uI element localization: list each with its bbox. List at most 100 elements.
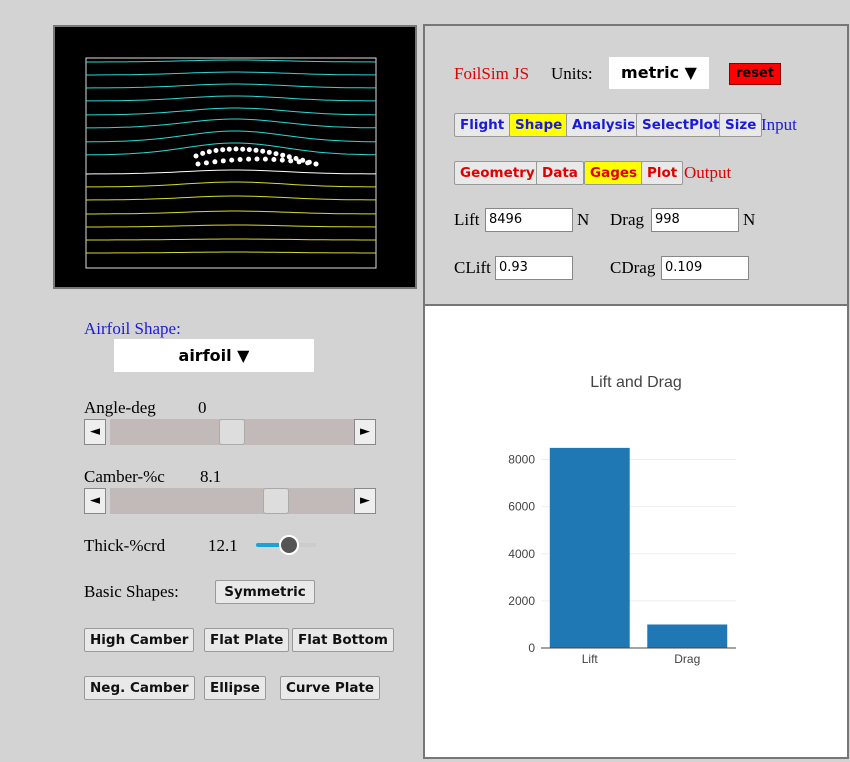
tab-selectplot[interactable]: SelectPlot — [636, 113, 726, 137]
angle-decrease-arrow[interactable]: ◄ — [84, 419, 106, 445]
flat-plate-button[interactable]: Flat Plate — [204, 628, 290, 652]
y-tick-label: 2000 — [508, 594, 535, 608]
airfoil-point — [220, 147, 226, 153]
ellipse-button[interactable]: Ellipse — [204, 676, 266, 700]
streamline-lower — [86, 210, 376, 215]
cdrag-label: CDrag — [610, 258, 656, 277]
clift-field[interactable]: 0.93 — [495, 256, 573, 280]
flat-bottom-button[interactable]: Flat Bottom — [292, 628, 394, 652]
camber-slider-thumb[interactable] — [262, 488, 289, 514]
airfoil-point — [206, 149, 212, 155]
airfoil-point — [296, 159, 302, 165]
streamline-upper — [86, 71, 376, 76]
angle-increase-arrow[interactable]: ► — [354, 419, 376, 445]
camber-increase-arrow[interactable]: ► — [354, 488, 376, 514]
airfoil-point — [220, 158, 226, 164]
streamline-lower — [86, 181, 376, 188]
bar-lift — [549, 447, 630, 648]
curve-plate-button[interactable]: Curve Plate — [280, 676, 381, 700]
airfoil-point — [305, 160, 311, 166]
airfoil-shape-dropdown[interactable]: airfoil ▼ — [114, 339, 314, 372]
y-tick-label: 4000 — [508, 547, 535, 561]
tab-plot[interactable]: Plot — [641, 161, 684, 185]
airfoil-point — [246, 147, 252, 153]
bar-drag — [647, 624, 728, 648]
y-tick-label: 0 — [528, 641, 535, 655]
units-label: Units: — [551, 64, 593, 83]
clift-label: CLift — [454, 258, 491, 277]
lift-field[interactable]: 8496 — [485, 208, 573, 232]
airfoil-point — [240, 146, 246, 152]
cdrag-field[interactable]: 0.109 — [661, 256, 749, 280]
angle-label: Angle-deg — [84, 398, 156, 417]
angle-slider-thumb[interactable] — [219, 419, 245, 445]
tab-geometry[interactable]: Geometry — [454, 161, 541, 185]
streamline-lower — [86, 238, 376, 241]
flow-frame — [85, 57, 377, 269]
angle-slider[interactable]: ◄ ► — [84, 419, 376, 445]
basic-shapes-label: Basic Shapes: — [84, 582, 179, 601]
airfoil-point — [246, 156, 252, 162]
streamline-lower — [85, 195, 376, 201]
camber-slider-track[interactable] — [110, 488, 354, 514]
app-title: FoilSim JS — [454, 64, 530, 83]
x-tick-label: Lift — [582, 652, 599, 666]
camber-decrease-arrow[interactable]: ◄ — [84, 488, 106, 514]
drag-unit: N — [743, 210, 756, 229]
drag-label: Drag — [610, 210, 644, 229]
symmetric-button[interactable]: Symmetric — [215, 580, 315, 604]
tab-size[interactable]: Size — [719, 113, 763, 137]
airfoil-point — [279, 157, 285, 163]
output-label: Output — [684, 163, 732, 182]
high-camber-button[interactable]: High Camber — [84, 628, 195, 652]
streamline-upper — [86, 95, 376, 102]
streamline-upper — [86, 59, 377, 63]
streamline-upper — [86, 107, 377, 116]
airfoil-point — [203, 160, 209, 166]
streamline-lower — [86, 251, 376, 254]
tab-analysis[interactable]: Analysis — [566, 113, 642, 137]
neg-camber-button[interactable]: Neg. Camber — [84, 676, 195, 700]
thickness-slider-thumb[interactable] — [279, 535, 299, 555]
airfoil-view-panel — [53, 25, 417, 289]
tab-gages[interactable]: Gages — [584, 161, 644, 185]
airfoil-point — [288, 158, 294, 164]
thickness-slider[interactable] — [256, 535, 316, 555]
camber-slider[interactable]: ◄ ► — [84, 488, 376, 514]
airfoil-point — [193, 153, 199, 159]
airfoil-point — [254, 156, 260, 162]
y-tick-label: 6000 — [508, 500, 535, 514]
x-tick-label: Drag — [674, 652, 700, 666]
airfoil-shape-label: Airfoil Shape: — [84, 319, 181, 338]
tab-flight[interactable]: Flight — [454, 113, 511, 137]
reset-button[interactable]: reset — [729, 63, 781, 85]
thick-value: 12.1 — [208, 536, 238, 555]
airfoil-point — [226, 146, 232, 152]
lift-unit: N — [577, 210, 590, 229]
airfoil-point — [280, 152, 286, 158]
airfoil-point — [212, 159, 218, 165]
camber-label: Camber-%c — [84, 467, 165, 486]
airfoil-point — [262, 156, 268, 162]
thick-label: Thick-%crd — [84, 536, 166, 555]
airfoil-point — [271, 157, 277, 162]
tab-shape[interactable]: Shape — [509, 113, 569, 137]
airfoil-point — [229, 157, 235, 163]
lift-drag-chart: Lift and Drag 0 2000 4000 6000 8000 Lift Drag — [508, 374, 736, 666]
airfoil-point — [313, 161, 319, 167]
chart-title: Lift and Drag — [590, 374, 682, 391]
drag-field[interactable]: 998 — [651, 208, 739, 232]
angle-value: 0 — [198, 398, 207, 417]
airfoil-point — [273, 151, 279, 157]
streamline-lower — [86, 224, 377, 228]
tab-data[interactable]: Data — [536, 161, 584, 185]
streamline-stagnation — [85, 169, 376, 175]
airfoil-point — [253, 147, 259, 153]
units-dropdown[interactable]: metric ▼ — [609, 57, 709, 89]
camber-value: 8.1 — [200, 467, 222, 486]
streamline-upper — [86, 118, 376, 129]
airfoil-point — [260, 148, 266, 154]
airfoil-point — [200, 150, 206, 156]
airfoil-point — [195, 161, 201, 167]
streamline-upper — [85, 130, 377, 143]
